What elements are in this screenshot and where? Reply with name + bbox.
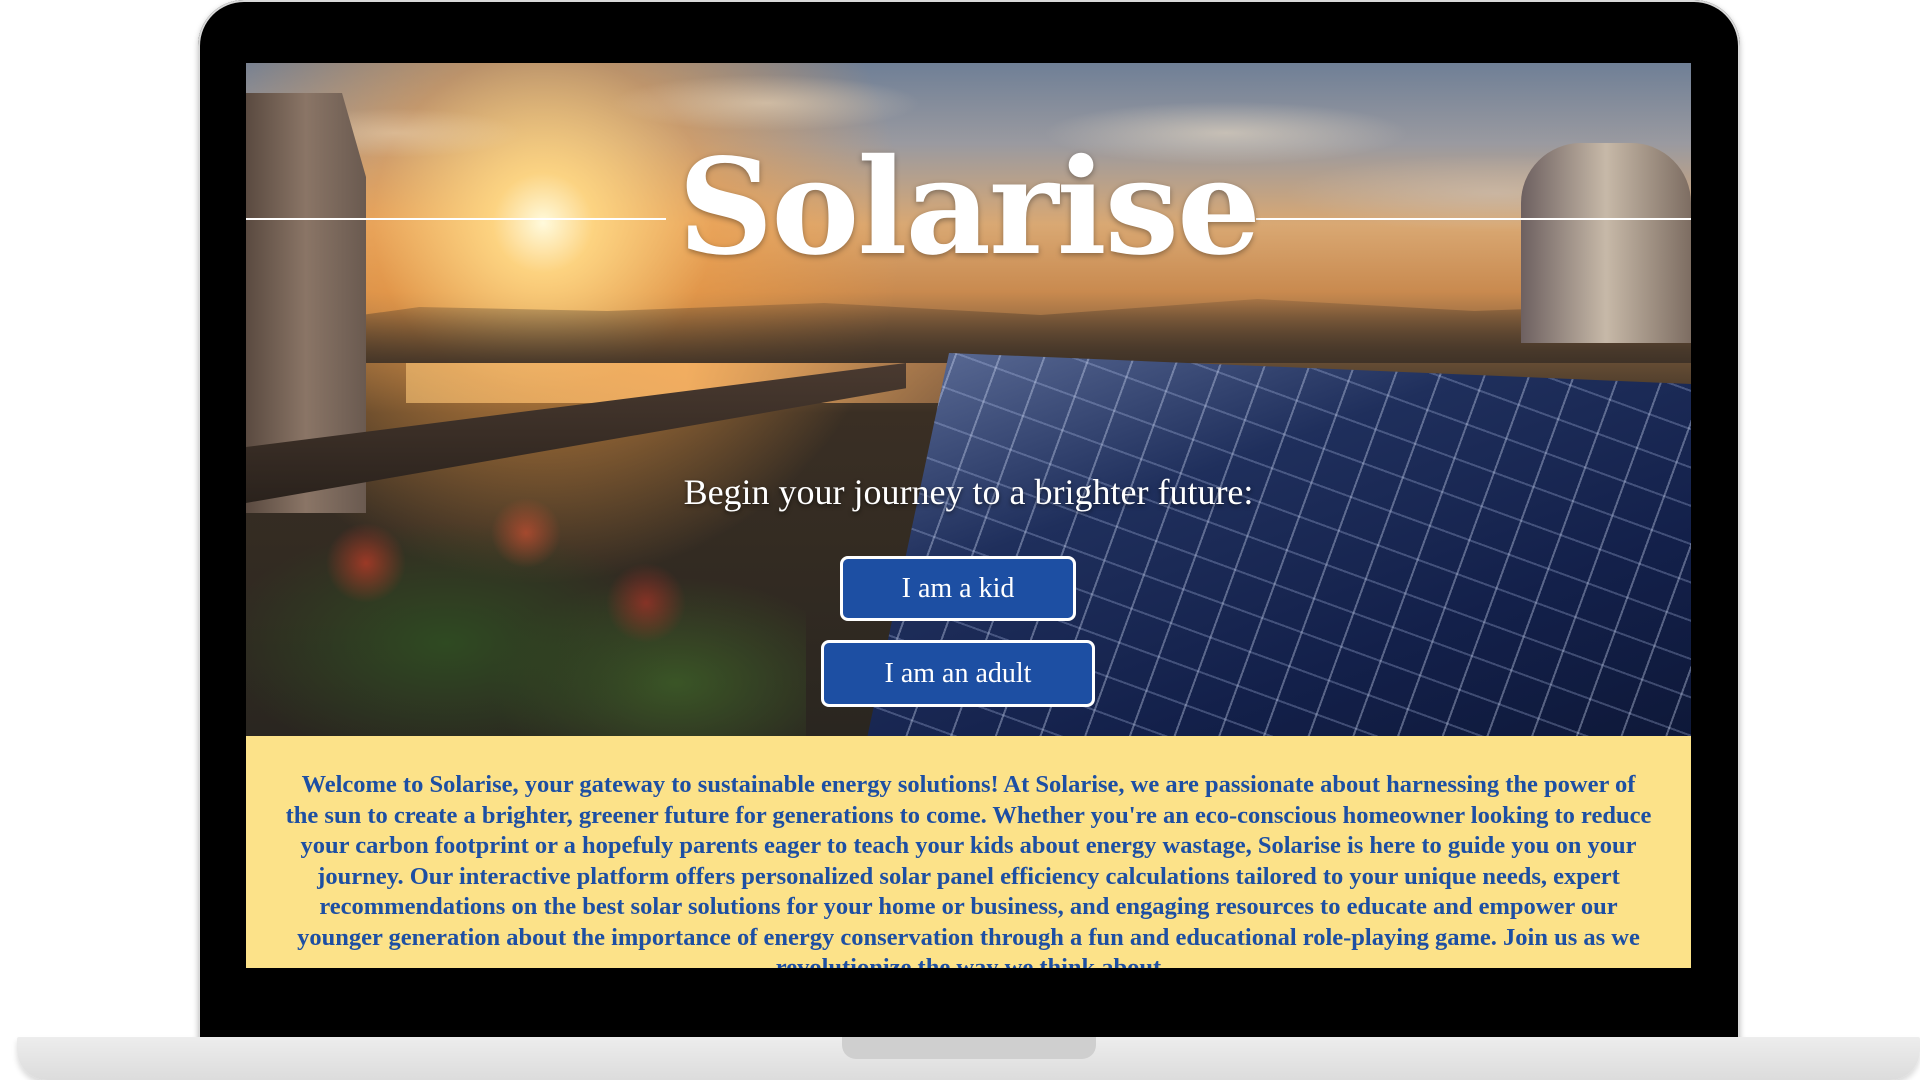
laptop-screen: Solarise Begin your journey to a brighte… bbox=[246, 63, 1691, 968]
hero-tagline: Begin your journey to a brighter future: bbox=[683, 472, 1254, 512]
about-section: Welcome to Solarise, your gateway to sus… bbox=[246, 736, 1691, 968]
site-title: Solarise bbox=[677, 130, 1261, 285]
laptop-notch bbox=[842, 1037, 1096, 1059]
about-text: Welcome to Solarise, your gateway to sus… bbox=[285, 771, 1652, 968]
kid-button[interactable]: I am a kid bbox=[840, 556, 1076, 621]
adult-button[interactable]: I am an adult bbox=[821, 640, 1095, 707]
hero-section: Solarise Begin your journey to a brighte… bbox=[246, 63, 1691, 736]
